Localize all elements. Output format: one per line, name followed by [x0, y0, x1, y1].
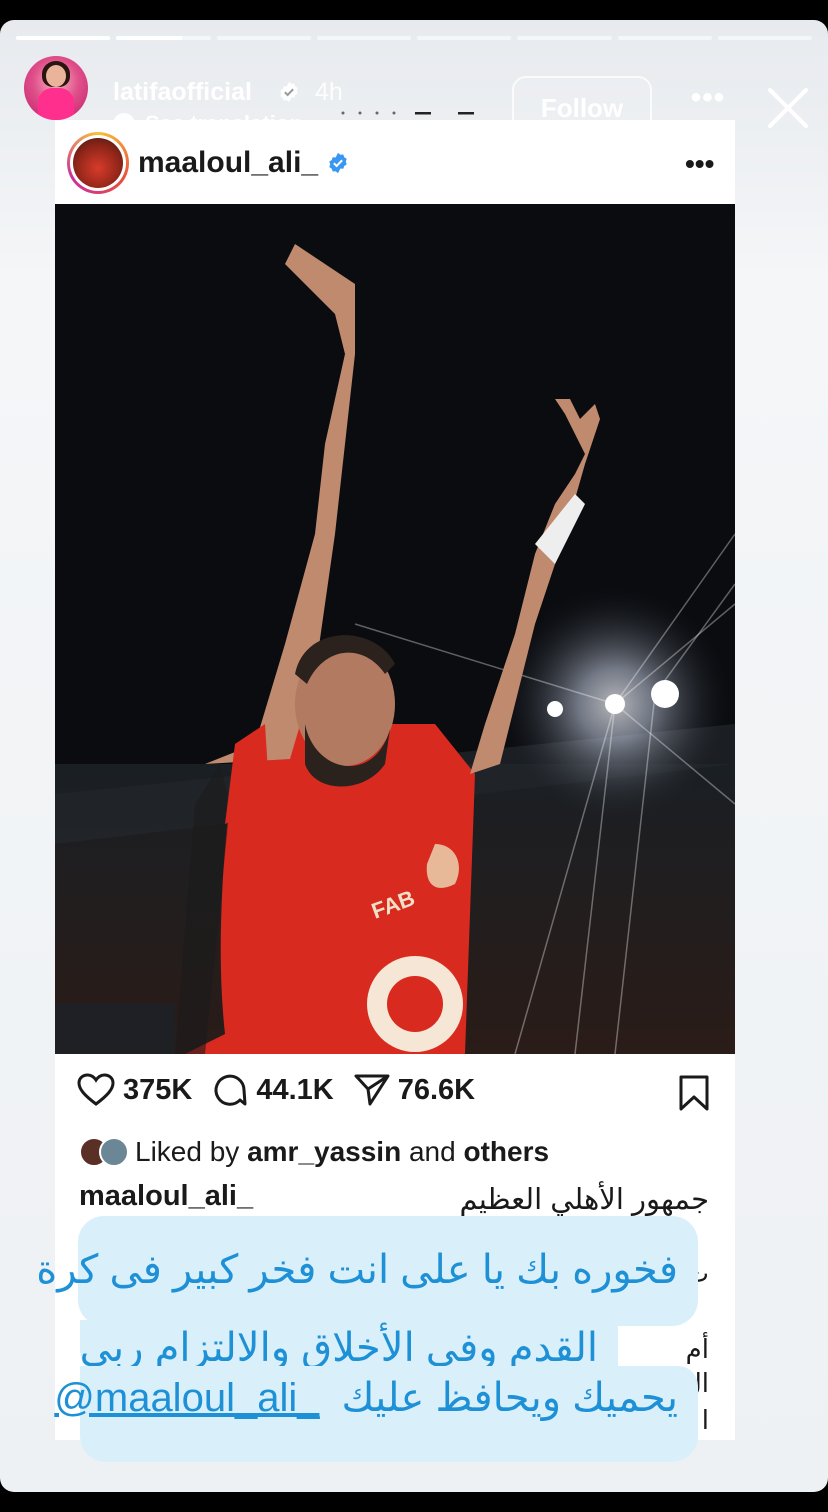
comment-button[interactable]: 44.1K	[212, 1072, 334, 1108]
story-author-username[interactable]: latifaofficial	[113, 78, 252, 107]
progress-segment	[116, 36, 211, 40]
verified-badge-icon	[329, 152, 347, 174]
like-button[interactable]: 375K	[77, 1073, 192, 1107]
more-options-icon[interactable]: •••	[690, 83, 726, 124]
post-photo[interactable]: FAB	[55, 204, 735, 1054]
comment-icon	[214, 1074, 247, 1106]
decorative-dashes	[341, 111, 474, 115]
progress-segment	[717, 36, 812, 40]
caption-fragment: أم	[685, 1334, 709, 1364]
story-viewer[interactable]: latifaofficial 4h See translation › Foll…	[0, 20, 828, 1492]
post-more-options-icon[interactable]: •••	[685, 148, 714, 180]
bookmark-icon[interactable]	[677, 1074, 711, 1112]
progress-segment	[417, 36, 512, 40]
comment-count: 44.1K	[256, 1073, 334, 1106]
close-icon[interactable]	[764, 84, 812, 132]
caption-username[interactable]: maaloul_ali_	[79, 1180, 253, 1213]
liker-avatar	[99, 1137, 129, 1167]
verified-badge-icon	[280, 81, 298, 103]
story-timestamp: 4h	[315, 78, 343, 106]
liked-by-text: Liked by amr_yassin and others	[135, 1136, 550, 1167]
story-author-avatar[interactable]	[24, 56, 88, 120]
liked-by-row[interactable]: Liked by amr_yassin and others	[79, 1136, 549, 1168]
story-progress-bar	[16, 36, 812, 40]
progress-segment	[617, 36, 712, 40]
send-icon	[354, 1074, 390, 1106]
heart-icon	[77, 1073, 115, 1106]
share-button[interactable]: 76.6K	[354, 1073, 475, 1107]
post-actions-row: 375K 44.1K 76.6K	[77, 1072, 495, 1108]
overlay-text-line-3: يحميك ويحافظ عليك @maaloul_ali_	[54, 1366, 698, 1462]
player-celebration-image: FAB	[55, 204, 735, 1054]
progress-segment	[517, 36, 612, 40]
share-count: 76.6K	[397, 1073, 476, 1106]
overlay-text-3-label: يحميك ويحافظ عليك	[341, 1376, 678, 1420]
progress-segment	[16, 36, 111, 40]
post-author-username[interactable]: maaloul_ali_	[138, 146, 318, 180]
overlay-text-line-1: فخوره بك يا على انت فخر كبير فى كرة	[36, 1216, 698, 1326]
caption-fragment: ا	[701, 1405, 709, 1435]
caption-text: جمهور الأهلي العظيم	[459, 1184, 709, 1216]
progress-segment	[216, 36, 311, 40]
like-count: 375K	[123, 1073, 193, 1106]
progress-segment	[316, 36, 411, 40]
mention-link[interactable]: @maaloul_ali_	[54, 1376, 319, 1420]
post-author-avatar[interactable]	[73, 138, 123, 188]
